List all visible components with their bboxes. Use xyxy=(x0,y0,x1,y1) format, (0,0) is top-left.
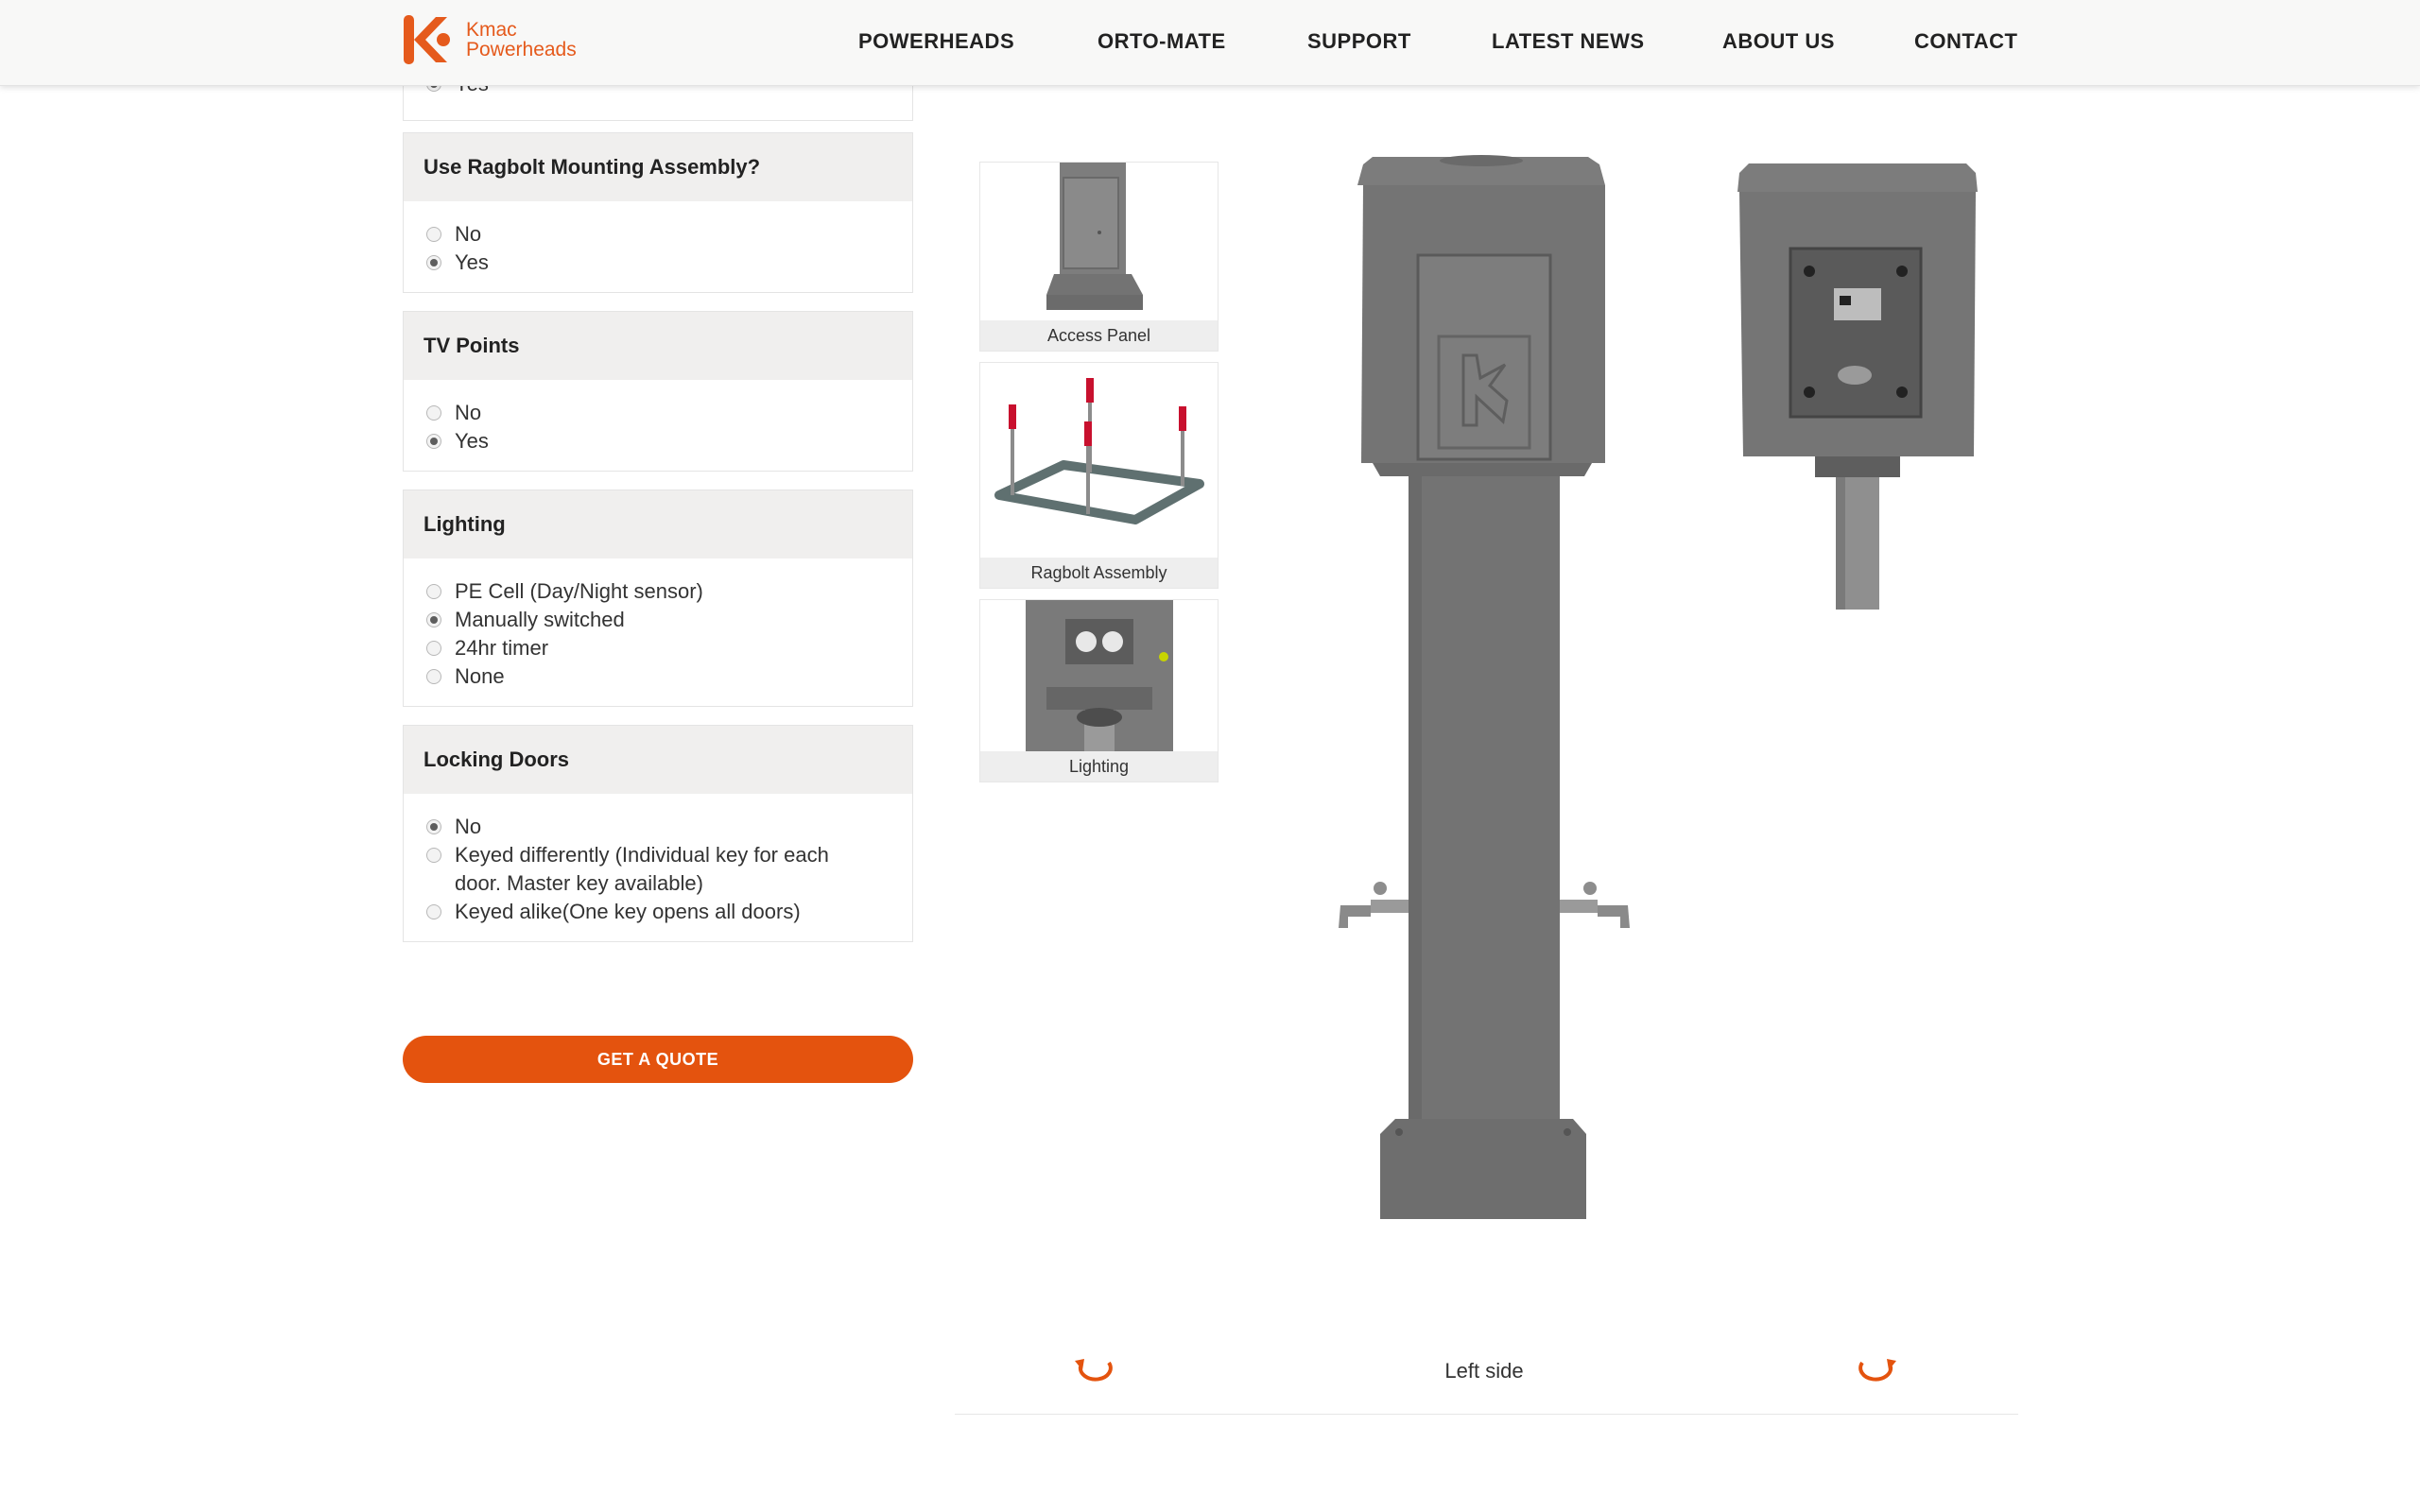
ragbolt-assembly-image xyxy=(994,378,1204,524)
radio-button[interactable] xyxy=(426,641,441,656)
nav-contact[interactable]: CONTACT xyxy=(1914,29,2017,54)
radio-label: Keyed differently (Individual key for ea… xyxy=(455,843,829,895)
rotate-right-icon[interactable] xyxy=(1855,1353,1898,1387)
radio-label: Yes xyxy=(455,429,489,453)
nav-latest-news[interactable]: LATEST NEWS xyxy=(1492,29,1645,54)
option-card-title: Use Ragbolt Mounting Assembly? xyxy=(404,133,912,201)
nav-orto-mate[interactable]: ORTO-MATE xyxy=(1098,29,1226,54)
nav-support[interactable]: SUPPORT xyxy=(1307,29,1411,54)
radio-button[interactable] xyxy=(426,612,441,627)
option-card-title: Lighting xyxy=(404,490,912,558)
powerhead-main-image xyxy=(1339,155,1630,1219)
radio-button[interactable] xyxy=(426,904,441,919)
thumbnail-access-panel[interactable]: Access Panel xyxy=(979,162,1219,352)
view-label: Left side xyxy=(1444,1359,1524,1383)
radio-label: No xyxy=(455,222,482,246)
radio-option[interactable]: 24hr timer xyxy=(426,634,890,662)
radio-option[interactable]: Yes xyxy=(426,249,890,277)
radio-button[interactable] xyxy=(426,584,441,599)
nav-powerheads[interactable]: POWERHEADS xyxy=(858,29,1014,54)
radio-label: Keyed alike(One key opens all doors) xyxy=(455,900,801,923)
thumbnail-ragbolt-assembly[interactable]: Ragbolt Assembly xyxy=(979,362,1219,589)
radio-button[interactable] xyxy=(426,255,441,270)
option-card-lighting: Lighting PE Cell (Day/Night sensor) Manu… xyxy=(403,490,913,707)
thumbnail-caption: Lighting xyxy=(980,751,1218,782)
radio-option[interactable]: Keyed differently (Individual key for ea… xyxy=(426,841,890,898)
radio-button[interactable] xyxy=(426,848,441,863)
radio-option[interactable]: PE Cell (Day/Night sensor) xyxy=(426,577,890,606)
viewer-divider xyxy=(955,1414,2018,1415)
get-a-quote-button[interactable]: GET A QUOTE xyxy=(403,1036,913,1083)
radio-button[interactable] xyxy=(426,669,441,684)
lighting-image xyxy=(1026,600,1173,751)
radio-option[interactable]: No xyxy=(426,399,890,427)
radio-button[interactable] xyxy=(426,405,441,421)
access-panel-image xyxy=(1046,163,1143,310)
rotate-left-icon[interactable] xyxy=(1073,1353,1116,1387)
nav-about-us[interactable]: ABOUT US xyxy=(1722,29,1835,54)
radio-label: No xyxy=(455,815,482,838)
thumbnail-lighting[interactable]: Lighting xyxy=(979,599,1219,782)
option-card-title: TV Points xyxy=(404,312,912,380)
site-header: Kmac Powerheads POWERHEADS ORTO-MATE SUP… xyxy=(0,0,2420,86)
main-nav: POWERHEADS ORTO-MATE SUPPORT LATEST NEWS… xyxy=(0,29,2420,58)
radio-label: PE Cell (Day/Night sensor) xyxy=(455,579,703,603)
option-card-title: Locking Doors xyxy=(404,726,912,794)
radio-button[interactable] xyxy=(426,434,441,449)
radio-button[interactable] xyxy=(426,227,441,242)
radio-option[interactable]: No xyxy=(426,813,890,841)
option-card-locking-doors: Locking Doors No Keyed differently (Indi… xyxy=(403,725,913,942)
radio-option[interactable]: Manually switched xyxy=(426,606,890,634)
option-card-tv-points: TV Points No Yes xyxy=(403,311,913,472)
radio-button[interactable] xyxy=(426,819,441,834)
radio-option[interactable]: Yes xyxy=(426,427,890,455)
powerhead-side-image xyxy=(1737,163,1978,610)
radio-label: None xyxy=(455,664,505,688)
radio-option[interactable]: None xyxy=(426,662,890,691)
radio-label: Yes xyxy=(455,250,489,274)
thumbnail-caption: Ragbolt Assembly xyxy=(980,558,1218,588)
radio-option[interactable]: No xyxy=(426,220,890,249)
radio-option[interactable]: Keyed alike(One key opens all doors) xyxy=(426,898,890,926)
radio-label: 24hr timer xyxy=(455,636,549,660)
option-card-ragbolt: Use Ragbolt Mounting Assembly? No Yes xyxy=(403,132,913,293)
radio-label: No xyxy=(455,401,482,424)
radio-label: Manually switched xyxy=(455,608,625,631)
thumbnail-caption: Access Panel xyxy=(980,320,1218,351)
